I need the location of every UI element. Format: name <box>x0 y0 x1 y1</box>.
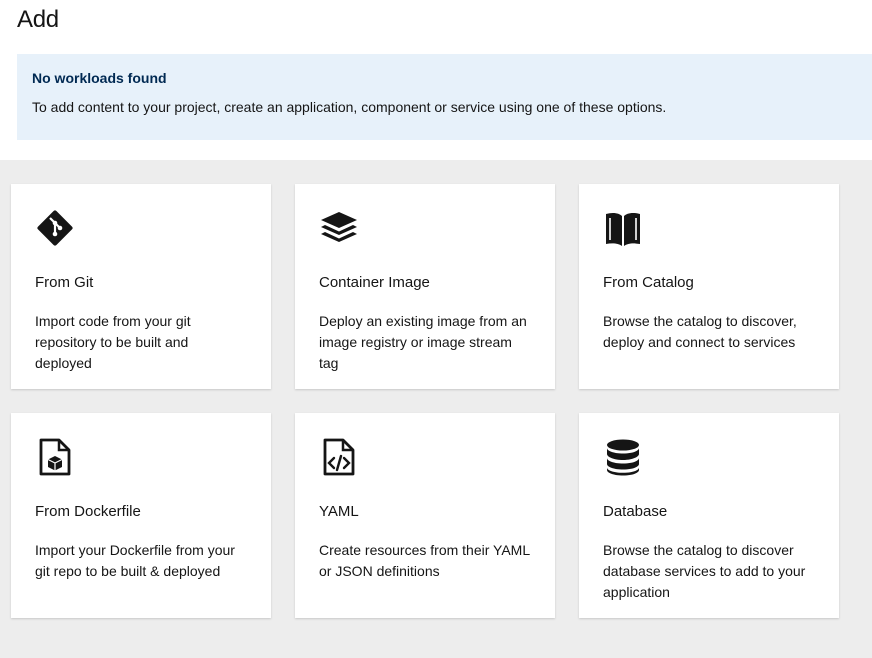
card-description: Import code from your git repository to … <box>35 313 191 371</box>
card-description: Import your Dockerfile from your git rep… <box>35 542 235 579</box>
card-description: Deploy an existing image from an image r… <box>319 313 527 371</box>
no-workloads-alert: No workloads found To add content to you… <box>17 54 872 140</box>
open-book-icon <box>603 208 643 248</box>
card-description: Create resources from their YAML or JSON… <box>319 542 530 579</box>
card-title: From Catalog <box>603 274 694 291</box>
card-title: From Dockerfile <box>35 503 141 520</box>
page-title: Add <box>17 6 59 33</box>
container-image-card[interactable]: Container Image Deploy an existing image… <box>295 184 555 389</box>
layers-icon <box>319 208 359 248</box>
from-dockerfile-card[interactable]: From Dockerfile Import your Dockerfile f… <box>11 413 271 618</box>
from-git-card[interactable]: From Git Import code from your git repos… <box>11 184 271 389</box>
card-title: Container Image <box>319 274 430 291</box>
card-title: YAML <box>319 503 359 520</box>
code-file-icon <box>319 437 359 477</box>
database-card[interactable]: Database Browse the catalog to discover … <box>579 413 839 618</box>
card-description: Browse the catalog to discover, deploy a… <box>603 313 797 350</box>
database-icon <box>603 437 643 477</box>
card-description: Browse the catalog to discover database … <box>603 542 806 600</box>
alert-body: To add content to your project, create a… <box>32 99 667 115</box>
from-catalog-card[interactable]: From Catalog Browse the catalog to disco… <box>579 184 839 389</box>
card-title: From Git <box>35 274 94 291</box>
dockerfile-icon <box>35 437 75 477</box>
add-options-gallery: From Git Import code from your git repos… <box>0 160 872 658</box>
card-title: Database <box>603 503 668 520</box>
alert-title: No workloads found <box>32 70 167 86</box>
yaml-card[interactable]: YAML Create resources from their YAML or… <box>295 413 555 618</box>
git-icon <box>35 208 75 248</box>
